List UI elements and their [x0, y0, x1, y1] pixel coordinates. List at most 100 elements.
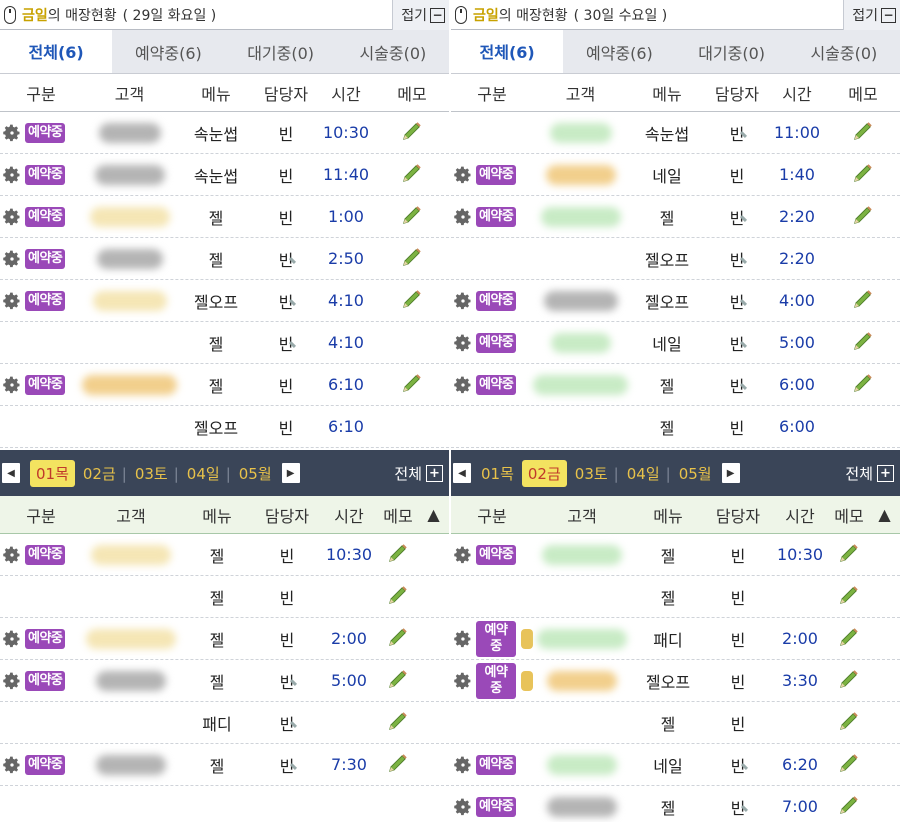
col-time-header[interactable]: 시간 [771, 503, 829, 527]
pencil-icon[interactable] [401, 162, 423, 184]
table-row[interactable]: 예약중 젤 빈 6:10 [0, 364, 449, 406]
gear-icon[interactable] [453, 375, 473, 395]
table-row[interactable]: 예약중 네일 빈 1:40 [451, 154, 900, 196]
col-staff-header[interactable]: 담당자 [706, 81, 768, 105]
table-row[interactable]: 젤빈 [0, 576, 449, 618]
tab-in-service[interactable]: 시술중(0) [788, 30, 900, 73]
table-row[interactable]: 젤빈 [451, 702, 900, 744]
table-row[interactable]: 예약중 젤 빈 7:00 [451, 786, 900, 822]
table-row[interactable]: 젤 빈 4:10 [0, 322, 449, 364]
pencil-icon[interactable] [838, 794, 860, 816]
table-row[interactable]: 예약중 젤 빈 10:30 [451, 534, 900, 576]
table-row[interactable]: 예약중 젤 빈 6:00 [451, 364, 900, 406]
pencil-icon[interactable] [852, 162, 874, 184]
table-row[interactable]: 예약중 젤 빈 2:20 [451, 196, 900, 238]
day-tab[interactable]: 01목 [30, 459, 75, 487]
col-memo-header[interactable]: 메모 [826, 81, 900, 105]
day-tab[interactable]: 05월 [675, 463, 716, 484]
pencil-icon[interactable] [852, 288, 874, 310]
gear-icon[interactable] [453, 291, 473, 311]
tab-all[interactable]: 전체(6) [0, 30, 113, 73]
gear-icon[interactable] [453, 755, 473, 775]
pencil-icon[interactable] [401, 246, 423, 268]
pencil-icon[interactable] [387, 668, 409, 690]
col-category-header[interactable]: 구분 [0, 81, 82, 105]
col-category-header[interactable]: 구분 [451, 503, 533, 527]
col-menu-header[interactable]: 메뉴 [177, 81, 255, 105]
col-customer-header[interactable]: 고객 [82, 81, 177, 105]
table-row[interactable]: 예약중 젤 빈 5:00 [0, 660, 449, 702]
next-arrow-icon[interactable]: ▶ [721, 463, 740, 483]
day-tab[interactable]: 05월 [235, 463, 276, 484]
sort-up-icon[interactable]: ▲ [869, 505, 900, 524]
pencil-icon[interactable] [852, 120, 874, 142]
tab-reserved[interactable]: 예약중(6) [563, 30, 675, 73]
col-menu-header[interactable]: 메뉴 [180, 503, 254, 527]
sort-up-icon[interactable]: ▲ [418, 505, 449, 524]
pencil-icon[interactable] [838, 752, 860, 774]
table-row[interactable]: 속눈썹 빈 11:00 [451, 112, 900, 154]
gear-icon[interactable] [453, 545, 473, 565]
table-row[interactable]: 패디 빈 [0, 702, 449, 744]
col-time-header[interactable]: 시간 [320, 503, 378, 527]
pencil-icon[interactable] [401, 288, 423, 310]
tab-waiting[interactable]: 대기중(0) [225, 30, 337, 73]
pencil-icon[interactable] [387, 584, 409, 606]
collapse-button[interactable]: 접기 − [392, 0, 449, 30]
pencil-icon[interactable] [387, 542, 409, 564]
expand-all-button[interactable]: 전체 + [394, 450, 449, 496]
col-memo-header[interactable]: 메모 [829, 503, 869, 527]
day-tab[interactable]: 03토 [131, 463, 183, 484]
table-row[interactable]: 젤빈 [451, 576, 900, 618]
prev-arrow-icon[interactable]: ◀ [453, 463, 471, 483]
tab-reserved[interactable]: 예약중(6) [112, 30, 224, 73]
table-row[interactable]: 예약중 젤 빈 2:50 [0, 238, 449, 280]
table-row[interactable]: 예약중 젤 빈 7:30 [0, 744, 449, 786]
gear-icon[interactable] [453, 797, 473, 817]
pencil-icon[interactable] [401, 120, 423, 142]
table-row[interactable]: 예약중 속눈썹 빈 10:30 [0, 112, 449, 154]
collapse-button[interactable]: 접기 − [843, 0, 900, 30]
table-row[interactable]: 젤오프 빈 2:20 [451, 238, 900, 280]
table-row[interactable]: 예약중 젤 빈 2:00 [0, 618, 449, 660]
tab-all[interactable]: 전체(6) [451, 30, 564, 73]
gear-icon[interactable] [453, 333, 473, 353]
col-time-header[interactable]: 시간 [317, 81, 375, 105]
pencil-icon[interactable] [838, 584, 860, 606]
pencil-icon[interactable] [387, 710, 409, 732]
tab-waiting[interactable]: 대기중(0) [676, 30, 788, 73]
col-menu-header[interactable]: 메뉴 [628, 81, 706, 105]
tab-in-service[interactable]: 시술중(0) [337, 30, 449, 73]
day-tab[interactable]: 02금 [521, 459, 567, 487]
gear-icon[interactable] [2, 545, 22, 565]
pencil-icon[interactable] [401, 204, 423, 226]
table-row[interactable]: 예약중 젤오프 빈 3:30 [451, 660, 900, 702]
day-tab[interactable]: 01목 [477, 463, 518, 484]
pencil-icon[interactable] [387, 752, 409, 774]
gear-icon[interactable] [453, 165, 473, 185]
expand-all-button[interactable]: 전체 + [845, 450, 900, 496]
table-row[interactable]: 예약중 젤 빈 1:00 [0, 196, 449, 238]
gear-icon[interactable] [453, 671, 473, 691]
gear-icon[interactable] [2, 629, 22, 649]
table-row[interactable]: 예약중 속눈썹 빈 11:40 [0, 154, 449, 196]
pencil-icon[interactable] [838, 542, 860, 564]
pencil-icon[interactable] [852, 330, 874, 352]
col-time-header[interactable]: 시간 [768, 81, 826, 105]
next-arrow-icon[interactable]: ▶ [281, 463, 300, 483]
gear-icon[interactable] [2, 123, 22, 143]
gear-icon[interactable] [2, 165, 22, 185]
pencil-icon[interactable] [838, 710, 860, 732]
gear-icon[interactable] [2, 291, 22, 311]
day-tab[interactable]: 04일 [623, 463, 675, 484]
col-customer-header[interactable]: 고객 [533, 81, 628, 105]
table-row[interactable]: 예약중 네일 빈 5:00 [451, 322, 900, 364]
gear-icon[interactable] [2, 671, 22, 691]
col-staff-header[interactable]: 담당자 [255, 81, 317, 105]
table-row[interactable]: 예약중 네일 빈 6:20 [451, 744, 900, 786]
table-row[interactable]: 예약중 젤오프 빈 4:00 [451, 280, 900, 322]
pencil-icon[interactable] [401, 372, 423, 394]
pencil-icon[interactable] [838, 626, 860, 648]
gear-icon[interactable] [453, 207, 473, 227]
day-tab[interactable]: 04일 [183, 463, 235, 484]
